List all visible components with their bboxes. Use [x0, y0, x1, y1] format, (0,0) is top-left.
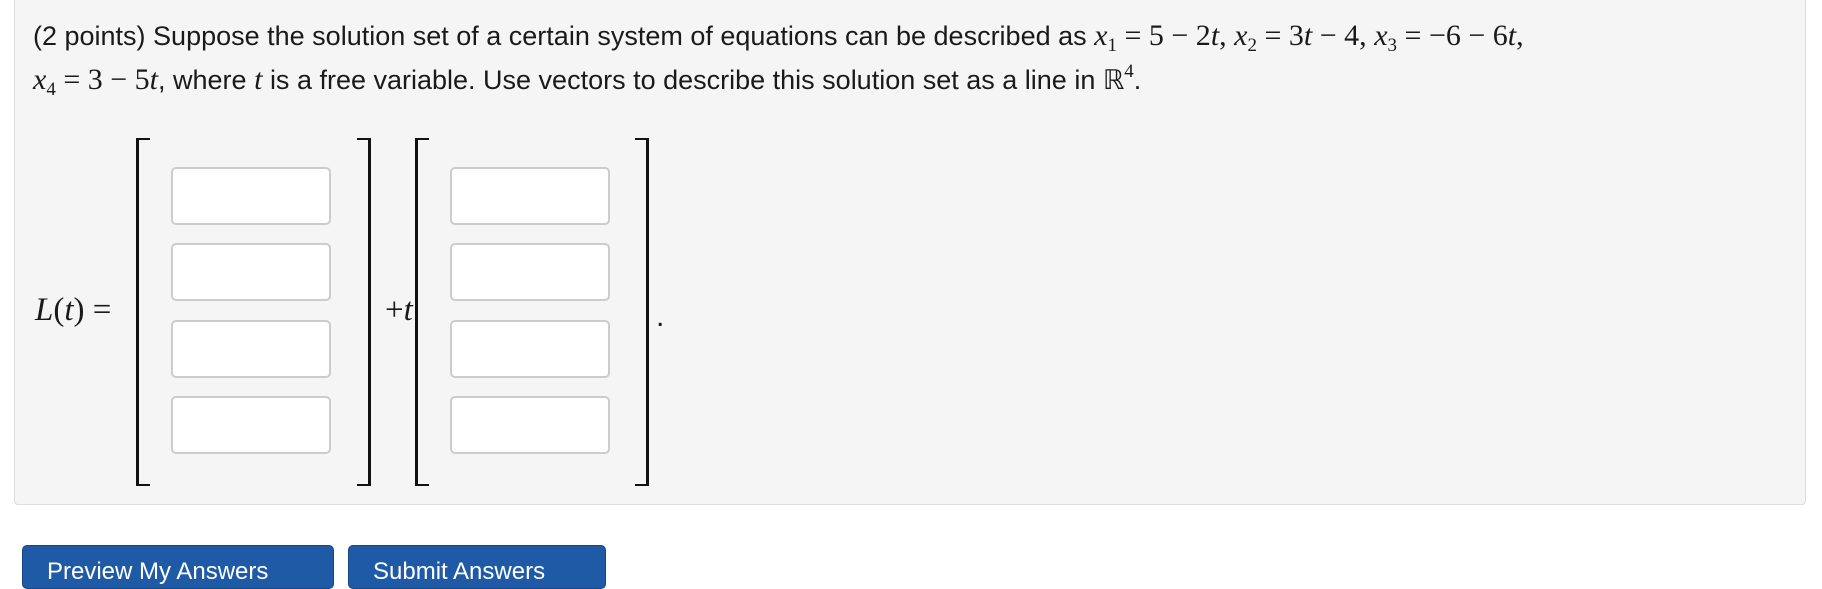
- problem-panel: (2 points) Suppose the solution set of a…: [14, 0, 1806, 505]
- point-vector-left-bracket: [136, 138, 150, 486]
- point-vector-input-3[interactable]: [171, 320, 331, 378]
- point-vector-input-4[interactable]: [171, 396, 331, 454]
- direction-vector-input-4[interactable]: [450, 396, 610, 454]
- direction-vector-input-1[interactable]: [450, 167, 610, 225]
- direction-vector-left-bracket: [415, 138, 429, 486]
- point-vector-input-2[interactable]: [171, 243, 331, 301]
- problem-instruction: is a free variable. Use vectors to descr…: [269, 65, 1096, 95]
- problem-intro: (2 points) Suppose the solution set of a…: [33, 21, 1087, 51]
- real-space-exponent: 4: [1124, 61, 1134, 82]
- point-vector-right-bracket: [357, 138, 371, 486]
- end-period: .: [656, 300, 665, 333]
- equation-x3: x3 = −6 − 6t,: [1374, 19, 1524, 56]
- equation-x4: x4 = 3 − 5t: [33, 63, 159, 100]
- preview-answers-button[interactable]: Preview My Answers: [22, 545, 334, 589]
- direction-vector-right-bracket: [635, 138, 649, 486]
- point-vector-input-1[interactable]: [171, 167, 331, 225]
- equation-x1: x1 = 5 − 2t,: [1094, 19, 1227, 56]
- real-space-symbol: ℝ: [1102, 65, 1125, 96]
- direction-vector-input-2[interactable]: [450, 243, 610, 301]
- submit-answers-button[interactable]: Submit Answers: [348, 545, 606, 589]
- where-text: , where: [158, 65, 247, 95]
- equation-x2: x2 = 3t − 4,: [1234, 19, 1367, 56]
- lhs-label: L(t) =: [35, 292, 112, 328]
- direction-vector-input-3[interactable]: [450, 320, 610, 378]
- problem-statement: (2 points) Suppose the solution set of a…: [33, 19, 1524, 100]
- plus-t-label: +t: [385, 292, 413, 328]
- free-variable-t: t: [254, 63, 263, 96]
